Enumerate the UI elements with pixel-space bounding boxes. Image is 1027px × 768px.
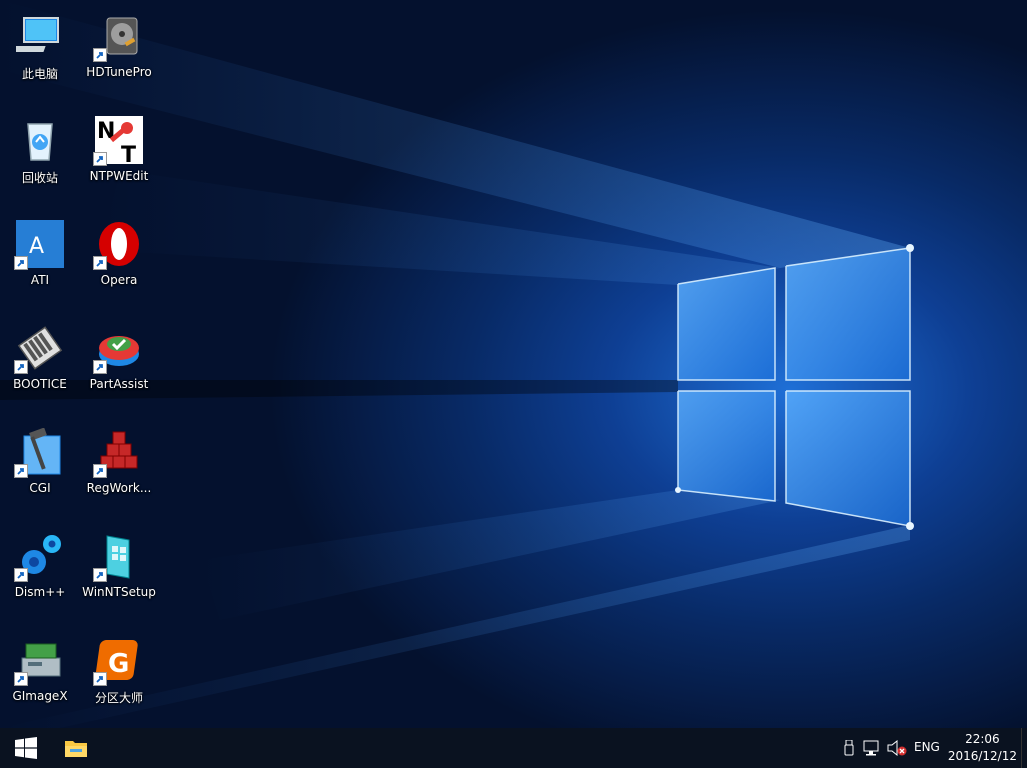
desktop-icon-label: 回收站: [21, 171, 58, 185]
dism-gears-icon: [14, 532, 64, 582]
partassist-icon: [93, 324, 143, 374]
desktop-icon-label: RegWork...: [86, 481, 152, 495]
bootice-icon: [14, 324, 64, 374]
desktop-icon-label: 此电脑: [21, 67, 58, 81]
desktop-icon-diskgenius[interactable]: G 分区大师: [79, 628, 159, 724]
desktop-icon-bootice[interactable]: BOOTICE: [0, 316, 80, 412]
desktop-icon-ntpwedit[interactable]: NT NTPWEdit: [79, 108, 159, 204]
winntsetup-icon: [93, 532, 143, 582]
desktop-icon-cgi[interactable]: CGI: [0, 420, 80, 516]
gimagex-drive-icon: [14, 636, 64, 686]
desktop-icon-label: WinNTSetup: [82, 585, 156, 599]
shortcut-arrow-icon: [93, 568, 107, 582]
shortcut-arrow-icon: [93, 48, 107, 62]
desktop-icon-dism[interactable]: Dism++: [0, 524, 80, 620]
desktop-icon-hdtunepro[interactable]: HDTunePro: [79, 4, 159, 100]
desktop-icon-label: HDTunePro: [86, 65, 152, 79]
shortcut-arrow-icon: [14, 568, 28, 582]
desktop-icon-label: NTPWEdit: [89, 169, 149, 183]
taskbar-clock[interactable]: 22:06 2016/12/12: [948, 731, 1017, 765]
show-desktop-button[interactable]: [1021, 728, 1027, 768]
diskgenius-icon: G: [93, 636, 143, 686]
clock-time: 22:06: [965, 732, 1000, 746]
network-disconnected-icon: [863, 740, 879, 756]
usb-icon: [844, 740, 854, 756]
desktop-icon-label: Dism++: [14, 585, 66, 599]
shortcut-arrow-icon: [93, 256, 107, 270]
desktop-icon-label: 分区大师: [94, 691, 143, 705]
volume-tray-button[interactable]: [886, 728, 908, 768]
shortcut-arrow-icon: [93, 152, 107, 166]
start-button[interactable]: [2, 728, 50, 768]
input-language-indicator[interactable]: ENG: [914, 740, 940, 754]
shortcut-arrow-icon: [93, 672, 107, 686]
clock-date: 2016/12/12: [947, 749, 1017, 763]
windows-logo-icon: [15, 737, 37, 759]
desktop-icon-partassist[interactable]: PartAssist: [79, 316, 159, 412]
desktop-icon-label: GImageX: [12, 689, 68, 703]
recycle-bin-icon: [16, 116, 64, 164]
desktop-icon-label: PartAssist: [89, 377, 149, 391]
desktop-icon-label: CGI: [29, 481, 51, 495]
desktop-icon-label: BOOTICE: [13, 377, 67, 391]
shortcut-arrow-icon: [14, 672, 28, 686]
shortcut-arrow-icon: [14, 360, 28, 374]
computer-icon: [13, 12, 64, 60]
shortcut-arrow-icon: [93, 360, 107, 374]
desktop-icon-winntsetup[interactable]: WinNTSetup: [79, 524, 159, 620]
desktop-icon-recycle-bin[interactable]: 回收站: [0, 108, 80, 204]
regworkshop-cubes-icon: [93, 428, 143, 478]
ati-icon: A: [14, 220, 64, 270]
desktop-icon-regworkshop[interactable]: RegWork...: [79, 420, 159, 516]
svg-text:T: T: [121, 143, 136, 164]
opera-icon: [93, 220, 143, 270]
desktop-icon-opera[interactable]: Opera: [79, 212, 159, 308]
desktop-icon-label: Opera: [100, 273, 138, 287]
hard-disk-icon: [93, 12, 143, 62]
shortcut-arrow-icon: [14, 464, 28, 478]
desktop-icon-this-pc[interactable]: 此电脑: [0, 4, 80, 100]
svg-text:G: G: [108, 649, 129, 679]
shortcut-arrow-icon: [93, 464, 107, 478]
desktop-icon-gimagex[interactable]: GImageX: [0, 628, 80, 724]
svg-text:A: A: [29, 234, 44, 259]
network-tray-button[interactable]: [862, 728, 884, 768]
file-explorer-icon: [65, 741, 87, 757]
file-explorer-taskbar-button[interactable]: [52, 728, 100, 768]
taskbar: ENG 22:06 2016/12/12: [0, 728, 1027, 768]
usb-tray-button[interactable]: [840, 728, 858, 768]
ntpwedit-key-icon: NT: [93, 116, 143, 168]
volume-muted-icon: [887, 740, 907, 756]
shortcut-arrow-icon: [14, 256, 28, 270]
desktop-icon-label: ATI: [30, 273, 50, 287]
cgi-hammer-icon: [14, 427, 64, 478]
desktop-icon-ati[interactable]: A ATI: [0, 212, 80, 308]
